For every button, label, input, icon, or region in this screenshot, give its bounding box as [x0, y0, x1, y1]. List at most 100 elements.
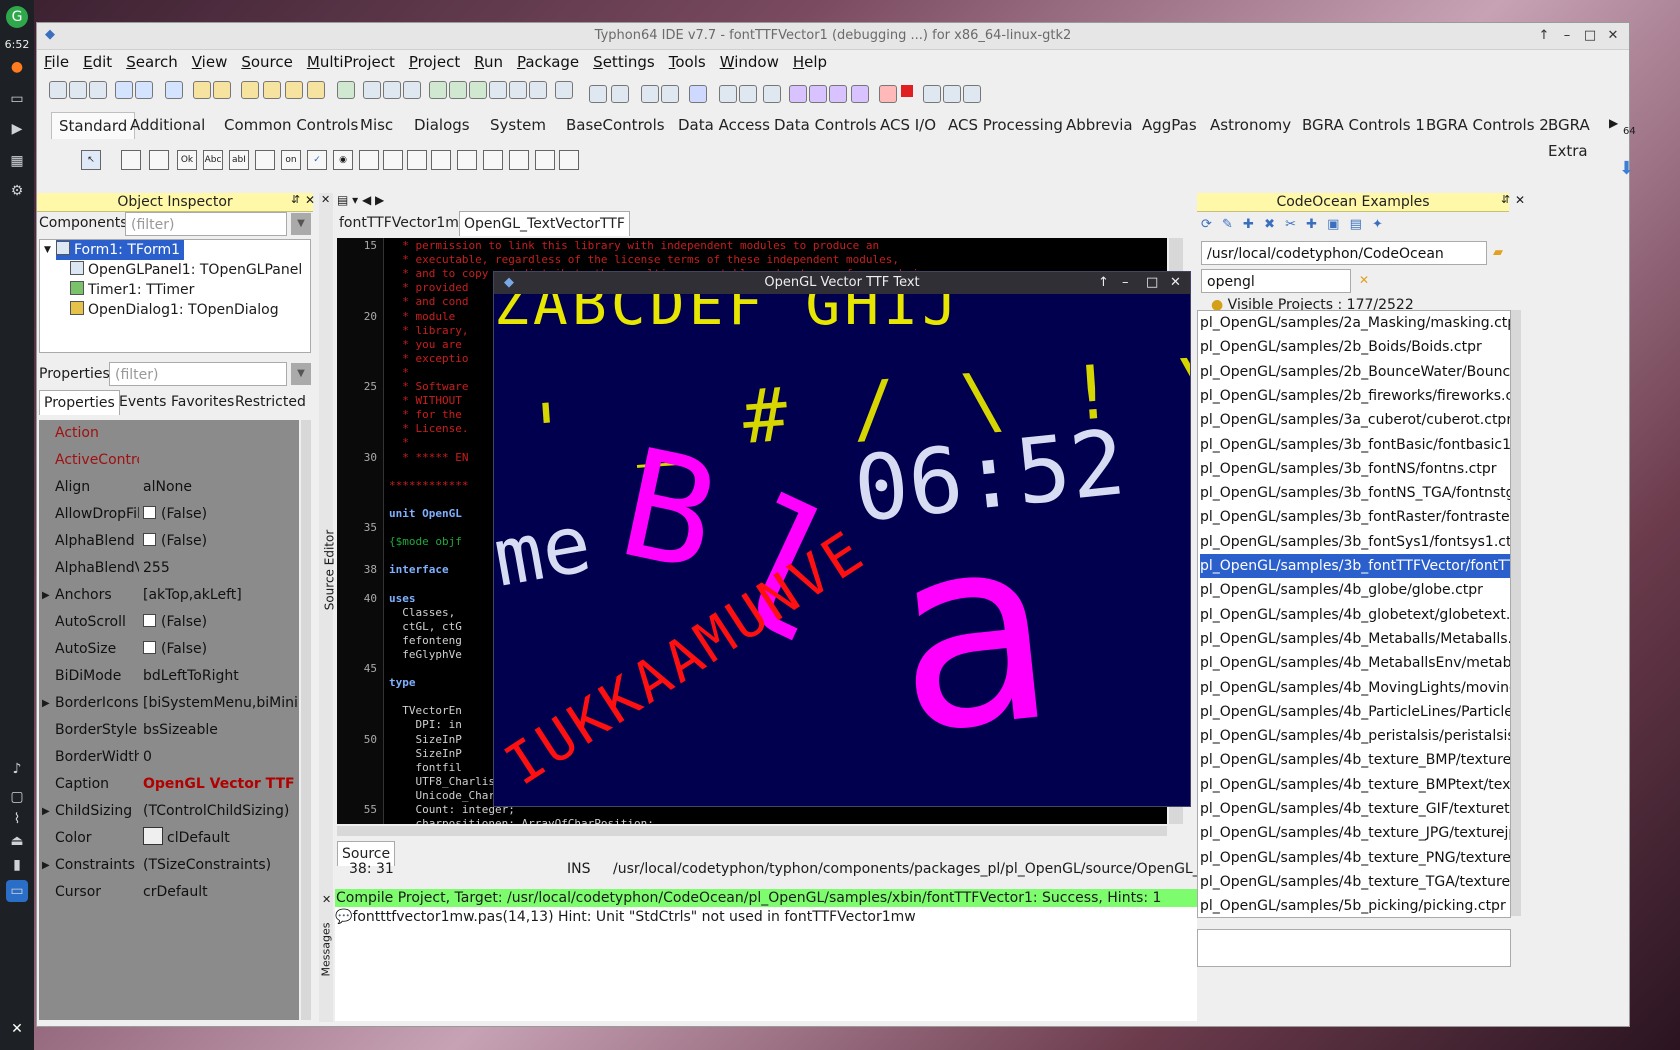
- menu-tools[interactable]: Tools: [662, 50, 713, 74]
- codeocean-project-item[interactable]: pl_OpenGL/samples/4b_MetaballsEnv/metaba…: [1200, 651, 1510, 675]
- save-icon[interactable]: [193, 81, 211, 99]
- codeocean-project-item[interactable]: pl_OpenGL/samples/4b_ParticleLines/Parti…: [1200, 700, 1510, 724]
- palette-tab-common-controls[interactable]: Common Controls: [217, 112, 365, 138]
- button-icon[interactable]: Ok: [177, 150, 197, 170]
- codeocean-path-input[interactable]: /usr/local/codetyphon/CodeOcean: [1201, 241, 1487, 265]
- filter-clear-icon[interactable]: ▼: [291, 213, 311, 235]
- property-row-cursor[interactable]: Cursor crDefault: [39, 879, 299, 906]
- menu-file[interactable]: File: [37, 50, 76, 74]
- messages-close-icon[interactable]: ✕: [322, 893, 331, 906]
- codeocean-scrollbar[interactable]: [1511, 310, 1521, 916]
- codeocean-project-item[interactable]: pl_OpenGL/samples/3b_fontNS/fontns.ctpr: [1200, 457, 1510, 481]
- stop-icon[interactable]: [901, 85, 913, 97]
- palette-tab-astronomy[interactable]: Astronomy: [1203, 112, 1298, 138]
- radiobutton-icon[interactable]: ◉: [333, 150, 353, 170]
- codeocean-project-item[interactable]: pl_OpenGL/samples/4b_peristalsis/perista…: [1200, 724, 1510, 748]
- codeocean-project-item[interactable]: pl_OpenGL/samples/3b_fontTTFVector/fontT…: [1200, 554, 1510, 578]
- property-value[interactable]: crDefault: [143, 879, 299, 906]
- frame-icon[interactable]: [535, 150, 555, 170]
- menu-package[interactable]: Package: [510, 50, 586, 74]
- tree-node-opendialog1[interactable]: OpenDialog1: TOpenDialog: [70, 300, 279, 320]
- codeocean-project-item[interactable]: pl_OpenGL/samples/3a_cuberot/cuberot.ctp…: [1200, 408, 1510, 432]
- property-row-bidimode[interactable]: BiDiMode bdLeftToRight: [39, 663, 299, 690]
- palette-tab-system[interactable]: System: [483, 112, 553, 138]
- expand-icon[interactable]: ▶: [42, 852, 50, 879]
- dock-pin-icon[interactable]: ⇵: [291, 193, 300, 206]
- windows-icon[interactable]: [509, 81, 527, 99]
- codeocean-project-item[interactable]: pl_OpenGL/samples/4b_texture_BMP/texture…: [1200, 748, 1510, 772]
- property-row-alphablendva[interactable]: AlphaBlendVa255: [39, 555, 299, 582]
- expand-icon[interactable]: ▶: [42, 690, 50, 717]
- settings-tool-icon[interactable]: [661, 85, 679, 103]
- minimize-icon[interactable]: –: [1558, 27, 1576, 45]
- tree-node-form1[interactable]: Form1: TForm1: [56, 240, 185, 260]
- window-titlebar[interactable]: ◆ Typhon64 IDE v7.7 - fontTTFVector1 (de…: [37, 23, 1629, 50]
- property-value[interactable]: (False): [143, 528, 299, 555]
- editor-hscrollbar[interactable]: [337, 826, 1167, 836]
- opengl-close-icon[interactable]: ✕: [1170, 272, 1181, 294]
- property-value[interactable]: (False): [143, 501, 299, 528]
- codeocean-close-icon[interactable]: ✕: [1515, 193, 1525, 207]
- palette-tab-additional[interactable]: Additional: [123, 112, 212, 138]
- opengl-window-titlebar[interactable]: ◆ OpenGL Vector TTF Text ↑ – □ ✕: [494, 272, 1190, 294]
- image-viewer-icon[interactable]: ▦: [6, 150, 28, 172]
- codeocean-project-item[interactable]: pl_OpenGL/samples/5b_picking/picking.ctp…: [1200, 894, 1510, 917]
- checkgroup-icon[interactable]: [483, 150, 503, 170]
- open-project-icon[interactable]: [383, 81, 401, 99]
- toggle-form-icon[interactable]: [263, 81, 281, 99]
- menu-edit[interactable]: Edit: [76, 50, 119, 74]
- step-over-icon[interactable]: [943, 85, 961, 103]
- codeocean-project-item[interactable]: pl_OpenGL/samples/4b_texture_TGA/texture…: [1200, 870, 1510, 894]
- menu-view[interactable]: View: [185, 50, 235, 74]
- pointer-tool-icon[interactable]: ↖: [81, 150, 101, 170]
- keep-above-icon[interactable]: ↑: [1535, 27, 1553, 45]
- codeocean-project-item[interactable]: pl_OpenGL/samples/2b_BounceWater/BounceW…: [1200, 360, 1510, 384]
- property-row-action[interactable]: Action: [39, 420, 299, 447]
- groupbox-icon[interactable]: [431, 150, 451, 170]
- checkbox[interactable]: [143, 614, 156, 627]
- run-icon[interactable]: [829, 85, 847, 103]
- palette-tab-acs-io[interactable]: ACS I/O: [873, 112, 943, 138]
- save-project-icon[interactable]: [403, 81, 421, 99]
- memo-icon[interactable]: [255, 150, 275, 170]
- compile-icon[interactable]: [469, 81, 487, 99]
- codeocean-project-item[interactable]: pl_OpenGL/samples/4b_globetext/globetext…: [1200, 603, 1510, 627]
- checkbox-icon[interactable]: ✓: [307, 150, 327, 170]
- expand-icon[interactable]: ▶: [42, 798, 50, 825]
- codeocean-description-box[interactable]: [1197, 929, 1511, 967]
- radiogroup-icon[interactable]: [457, 150, 477, 170]
- project-options-icon[interactable]: [363, 81, 381, 99]
- clear-search-icon[interactable]: ✕: [1359, 273, 1369, 287]
- properties-filter-clear-icon[interactable]: ▼: [291, 363, 311, 385]
- property-value[interactable]: bsSizeable: [143, 717, 299, 744]
- codeocean-project-item[interactable]: pl_OpenGL/samples/4b_texture_PNG/texture…: [1200, 846, 1510, 870]
- tree-node-timer1[interactable]: Timer1: TTimer: [70, 280, 194, 300]
- tools-icon[interactable]: [555, 81, 573, 99]
- components-icon[interactable]: [589, 85, 607, 103]
- scrollbar-icon[interactable]: [407, 150, 427, 170]
- source-editor-close-icon[interactable]: ✕: [321, 193, 330, 206]
- palette-tab-bgra-controls-1[interactable]: BGRA Controls 1: [1295, 112, 1432, 138]
- step-into-icon[interactable]: [923, 85, 941, 103]
- pointer-icon[interactable]: [763, 85, 781, 103]
- expand-icon[interactable]: ▶: [42, 582, 50, 609]
- menu-source[interactable]: Source: [234, 50, 300, 74]
- files-icon[interactable]: ▭: [6, 88, 28, 110]
- property-row-autosize[interactable]: AutoSize (False): [39, 636, 299, 663]
- menu-run[interactable]: Run: [467, 50, 510, 74]
- panel-icon[interactable]: [509, 150, 529, 170]
- find-icon[interactable]: [135, 81, 153, 99]
- tab-properties[interactable]: Properties: [39, 390, 120, 415]
- palette-tab-data-access[interactable]: Data Access: [671, 112, 777, 138]
- clipboard-icon[interactable]: ⌇: [6, 808, 28, 830]
- mainmenu-icon[interactable]: [121, 150, 141, 170]
- property-value[interactable]: [biSystemMenu,biMinimi: [143, 690, 299, 717]
- codeocean-project-item[interactable]: pl_OpenGL/samples/2b_fireworks/fireworks…: [1200, 384, 1510, 408]
- components-filter-input[interactable]: (filter): [125, 212, 287, 236]
- codeocean-project-item[interactable]: pl_OpenGL/samples/3b_fontRaster/fontrast…: [1200, 505, 1510, 529]
- combobox-icon[interactable]: [383, 150, 403, 170]
- packages-icon[interactable]: [611, 85, 629, 103]
- view-forms-icon[interactable]: [307, 81, 325, 99]
- pause-icon[interactable]: [879, 85, 897, 103]
- togglebox-icon[interactable]: on: [281, 150, 301, 170]
